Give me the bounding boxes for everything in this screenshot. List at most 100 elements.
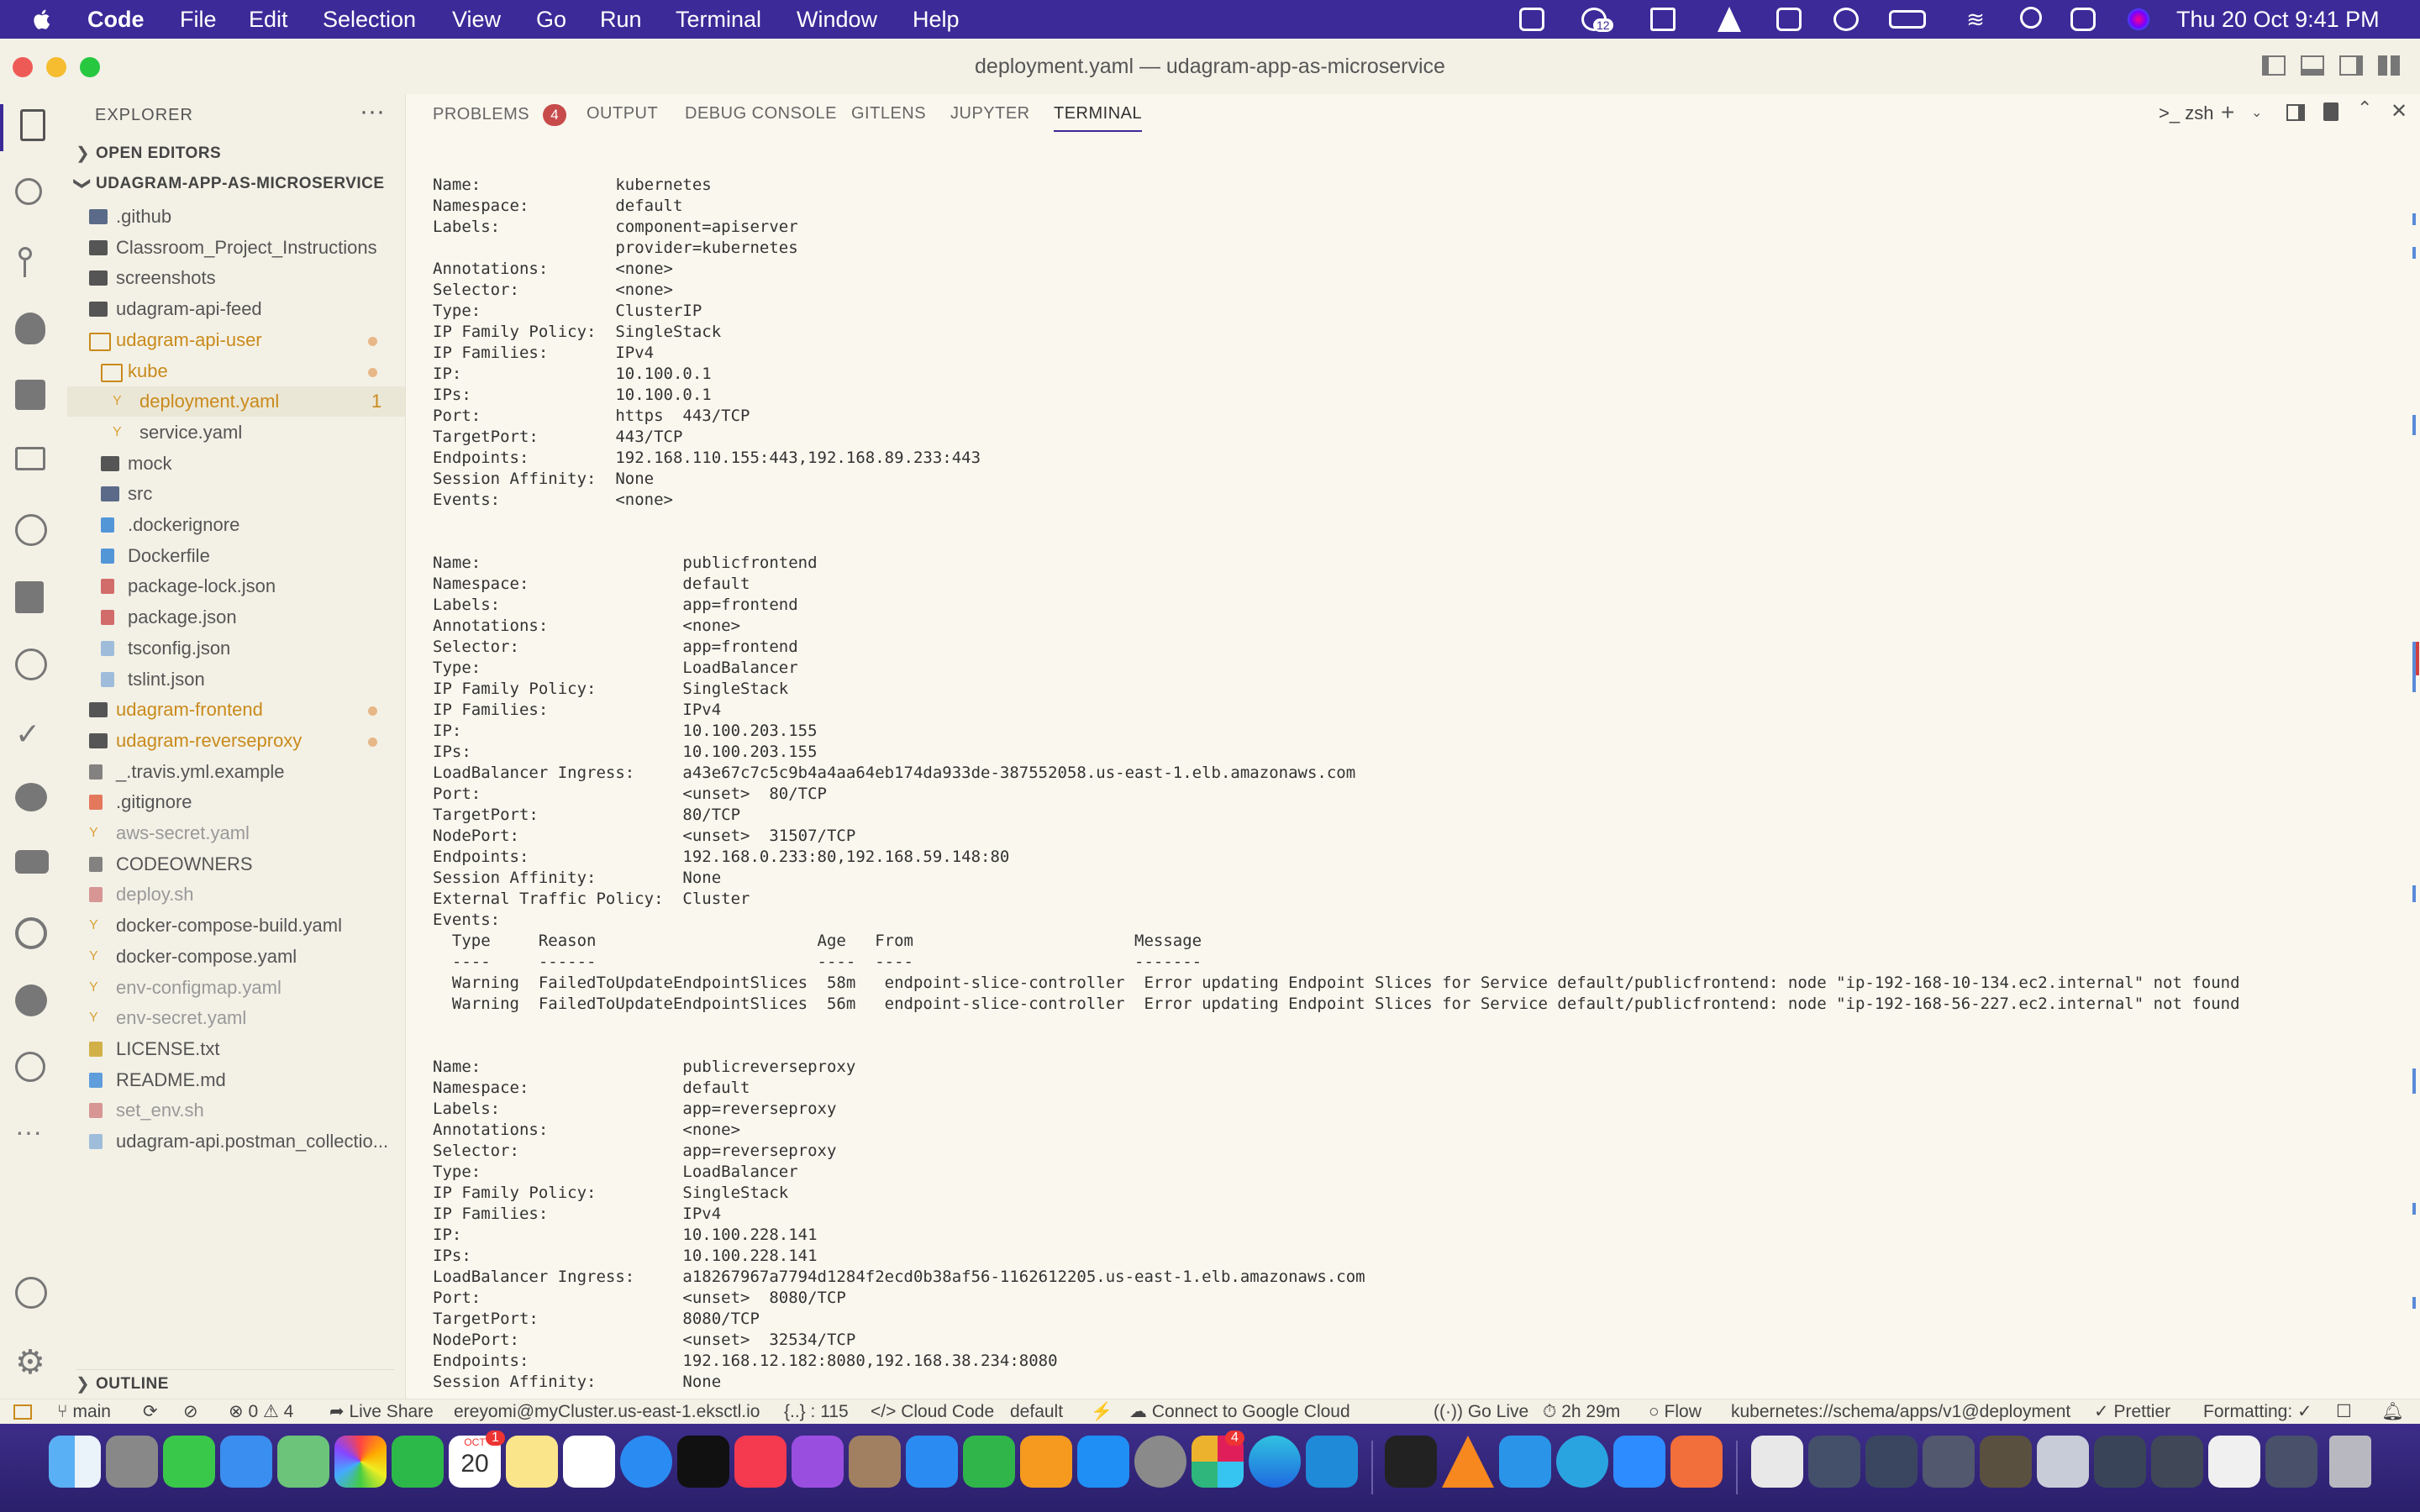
tab-problems[interactable]: PROBLEMS 4 (433, 104, 567, 126)
document-thumbnail-icon[interactable] (1751, 1436, 1803, 1488)
customize-layout-icon[interactable] (2378, 55, 2400, 76)
terminal-output[interactable]: Name: kubernetes Namespace: default Labels… (433, 175, 2365, 1393)
tab-debug-console[interactable]: DEBUG CONSOLE (685, 104, 837, 123)
notifications-bell-icon[interactable]: 🔔︎ (2381, 1399, 2404, 1425)
menu-run[interactable]: Run (600, 0, 642, 39)
photos-icon[interactable] (334, 1436, 387, 1488)
tab-jupyter[interactable]: JUPYTER (950, 104, 1030, 123)
accounts-icon[interactable] (15, 1277, 47, 1309)
window-thumbnail-icon[interactable] (1808, 1436, 1860, 1488)
split-terminal-icon[interactable] (2286, 104, 2305, 121)
explorer-icon[interactable] (20, 109, 45, 141)
maps-icon[interactable] (277, 1436, 329, 1488)
tree-item[interactable]: src (67, 479, 405, 509)
zoom-icon[interactable] (1613, 1436, 1665, 1488)
docker-desktop-icon[interactable] (1499, 1436, 1551, 1488)
window-thumbnail-icon[interactable] (2151, 1436, 2203, 1488)
pages-icon[interactable] (1020, 1436, 1072, 1488)
kube-context-status[interactable]: ereyomi@myCluster.us-east-1.eksctl.io (454, 1399, 760, 1425)
menu-file[interactable]: File (180, 0, 217, 39)
open-editors-section[interactable]: ❯ OPEN EDITORS (76, 141, 395, 166)
docker-icon[interactable] (15, 850, 49, 874)
settings-gear-icon[interactable]: ⚙ (15, 1344, 52, 1381)
menu-app-name[interactable]: Code (87, 0, 145, 39)
control-center-icon[interactable] (2070, 8, 2096, 31)
workspace-root-section[interactable]: ❯ UDAGRAM-APP-AS-MICROSERVICE (73, 171, 395, 197)
window-thumbnail-icon[interactable] (1865, 1436, 1918, 1488)
menubar-clock[interactable]: Thu 20 Oct 9:41 PM (2176, 0, 2380, 39)
podcasts-icon[interactable] (792, 1436, 844, 1488)
messages-icon[interactable] (163, 1436, 215, 1488)
run-debug-icon[interactable] (15, 312, 45, 344)
menu-go[interactable]: Go (536, 0, 566, 39)
tree-item[interactable]: README.md (67, 1065, 405, 1095)
screen-record-icon[interactable] (1519, 8, 1544, 31)
tree-item[interactable]: tslint.json (67, 664, 405, 695)
source-control-icon[interactable] (15, 245, 52, 282)
tree-item[interactable]: .gitignore (67, 787, 405, 817)
flow-status[interactable]: ○ Flow (1649, 1399, 1702, 1425)
spotlight-search-icon[interactable] (2020, 7, 2042, 29)
window-thumbnail-icon[interactable] (1980, 1436, 2032, 1488)
menu-window[interactable]: Window (797, 0, 877, 39)
chevron-up-icon[interactable]: ⌃ (2357, 97, 2372, 119)
tree-item[interactable]: .dockerignore (67, 510, 405, 540)
contacts-icon[interactable] (849, 1436, 901, 1488)
telegram-icon[interactable] (1556, 1436, 1608, 1488)
remote-indicator-icon[interactable] (13, 1404, 32, 1420)
tree-item[interactable]: kube (67, 356, 405, 386)
testing-icon[interactable]: ✓ (15, 716, 52, 753)
wakatime-status[interactable]: ⏱ 2h 29m (1543, 1399, 1620, 1425)
docker-menu-icon[interactable] (1650, 8, 1676, 31)
window-thumbnail-icon[interactable] (2265, 1436, 2317, 1488)
app-store-icon[interactable] (1077, 1436, 1129, 1488)
edge-browser-icon[interactable] (1249, 1436, 1301, 1488)
chevron-down-icon[interactable]: ⌄ (2251, 104, 2262, 121)
namespace-status[interactable]: default (1010, 1399, 1063, 1425)
tree-item[interactable]: udagram-reverseproxy (67, 726, 405, 756)
tree-item[interactable]: udagram-api-feed (67, 294, 405, 324)
battery-icon[interactable] (1889, 10, 1926, 29)
sync-icon[interactable]: ⟳ (143, 1399, 158, 1425)
mail-icon[interactable] (220, 1436, 272, 1488)
menu-selection[interactable]: Selection (323, 0, 416, 39)
feedback-icon[interactable]: ☐ (2336, 1399, 2352, 1425)
cloud-code-icon[interactable] (15, 917, 47, 949)
calendar-menu-icon[interactable] (1776, 8, 1802, 31)
tree-item[interactable]: Yenv-configmap.yaml (67, 973, 405, 1003)
tree-item[interactable]: set_env.sh (67, 1095, 405, 1126)
facetime-icon[interactable] (392, 1436, 444, 1488)
tree-item[interactable]: mock (67, 449, 405, 479)
window-thumbnail-icon[interactable] (2208, 1436, 2260, 1488)
tree-item[interactable]: udagram-api.postman_collectio... (67, 1126, 405, 1157)
search-icon[interactable] (15, 178, 52, 215)
siri-icon[interactable] (2128, 8, 2149, 30)
new-terminal-plus-icon[interactable]: + (2221, 99, 2234, 126)
go-live-status[interactable]: ((·)) Go Live (1434, 1399, 1528, 1425)
tree-item[interactable]: Ydocker-compose-build.yaml (67, 911, 405, 941)
menu-edit[interactable]: Edit (249, 0, 288, 39)
vlc-icon[interactable] (1442, 1436, 1494, 1488)
numbers-icon[interactable] (963, 1436, 1015, 1488)
reminders-icon[interactable] (563, 1436, 615, 1488)
cloud-code-status[interactable]: </> Cloud Code (871, 1399, 994, 1425)
lightning-icon[interactable]: ⚡ (1091, 1399, 1113, 1425)
tree-item[interactable]: Yaws-secret.yaml (67, 818, 405, 848)
tree-item[interactable]: udagram-api-user (67, 325, 405, 355)
prettier-status[interactable]: ✓ Prettier (2094, 1399, 2170, 1425)
menu-terminal[interactable]: Terminal (676, 0, 761, 39)
tree-item[interactable]: Classroom_Project_Instructions (67, 233, 405, 263)
yaml-schema-status[interactable]: kubernetes://schema/apps/v1@deployment (1731, 1399, 2070, 1425)
terminal-scrollbar[interactable] (2407, 155, 2420, 1396)
window-thumbnail-icon[interactable] (2094, 1436, 2146, 1488)
keynote-icon[interactable] (906, 1436, 958, 1488)
system-preferences-icon[interactable] (1134, 1436, 1186, 1488)
paw-extension-icon[interactable] (15, 783, 47, 811)
toggle-panel-icon[interactable] (2301, 55, 2324, 76)
git-branch-status[interactable]: ⑂ main (57, 1399, 111, 1425)
git-graph-icon[interactable]: ⊘ (183, 1399, 198, 1425)
launchpad-icon[interactable] (106, 1436, 158, 1488)
outline-section[interactable]: ❯ OUTLINE (76, 1369, 395, 1395)
docker-explorer-icon[interactable] (15, 581, 44, 613)
tree-item[interactable]: Dockerfile (67, 541, 405, 571)
